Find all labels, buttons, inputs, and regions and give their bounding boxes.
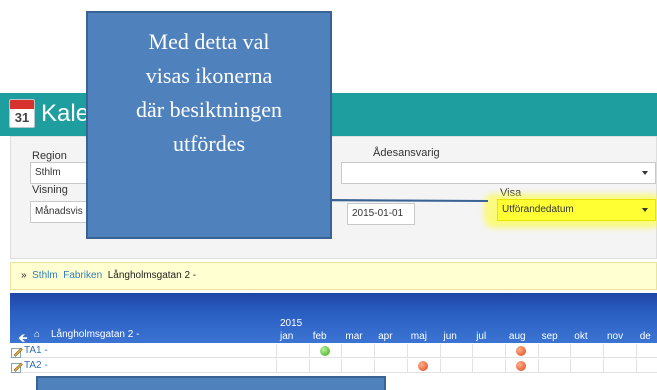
callout-box [36, 376, 386, 390]
callout-box: Med detta val visas ikonerna där besiktn… [86, 11, 332, 239]
callout-line: visas ikonerna [145, 63, 273, 88]
callout-line: Med detta val [148, 29, 270, 54]
callout-line: där besiktningen [135, 97, 283, 122]
callout-line: utfördes [172, 131, 246, 156]
